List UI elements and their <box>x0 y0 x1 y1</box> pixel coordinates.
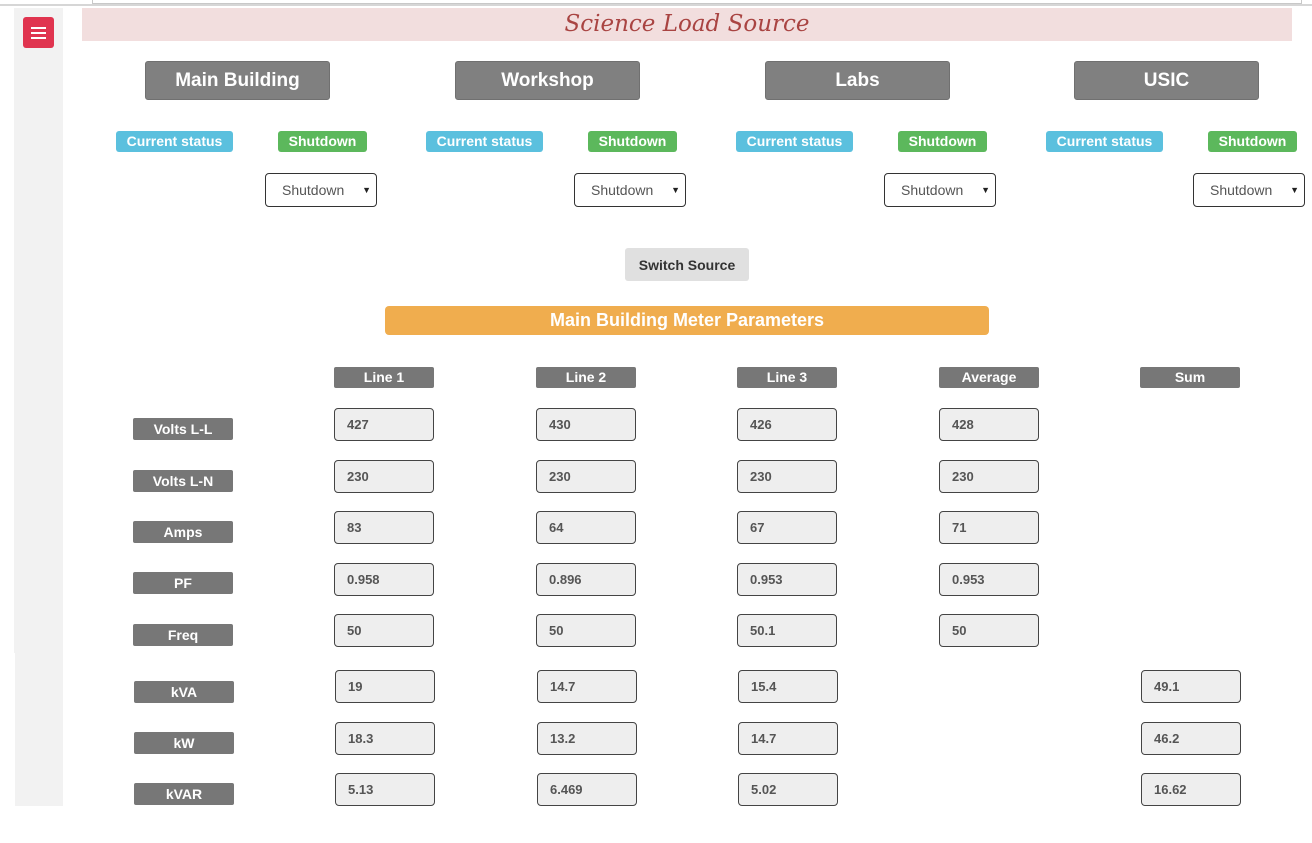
site-button-labs[interactable]: Labs <box>765 61 950 100</box>
value-field-line1[interactable]: 50 <box>334 614 434 647</box>
hamburger-menu-icon-bar <box>31 32 46 34</box>
value-field-line2[interactable]: 430 <box>536 408 636 441</box>
value-field-line3[interactable]: 14.7 <box>738 722 838 755</box>
value-field-line1[interactable]: 5.13 <box>335 773 435 806</box>
dropdown-arrow-icon: ▼ <box>362 185 371 195</box>
page-header: Science Load Source <box>82 8 1292 41</box>
column-header-line2: Line 2 <box>536 367 636 388</box>
value-field-line2[interactable]: 0.896 <box>536 563 636 596</box>
value-field-line1[interactable]: 83 <box>334 511 434 544</box>
value-field-line1[interactable]: 19 <box>335 670 435 703</box>
value-field-line2[interactable]: 50 <box>536 614 636 647</box>
row-label: Volts L-L <box>133 418 233 440</box>
source-select-workshop[interactable]: Shutdown ▼ <box>574 173 686 207</box>
value-field-line2[interactable]: 14.7 <box>537 670 637 703</box>
column-header-line1: Line 1 <box>334 367 434 388</box>
value-field-average[interactable]: 230 <box>939 460 1039 493</box>
status-badge: Shutdown <box>588 131 677 152</box>
site-button-usic[interactable]: USIC <box>1074 61 1259 100</box>
hamburger-menu-icon-bar <box>31 37 46 39</box>
source-select-labs[interactable]: Shutdown ▼ <box>884 173 996 207</box>
page-title: Science Load Source <box>564 11 810 37</box>
source-select-usic[interactable]: Shutdown ▼ <box>1193 173 1305 207</box>
status-badge: Shutdown <box>278 131 367 152</box>
value-field-line1[interactable]: 230 <box>334 460 434 493</box>
value-field-line2[interactable]: 6.469 <box>537 773 637 806</box>
site-button-main-building[interactable]: Main Building <box>145 61 330 100</box>
value-field-line2[interactable]: 13.2 <box>537 722 637 755</box>
value-field-average[interactable]: 428 <box>939 408 1039 441</box>
value-field-line1[interactable]: 427 <box>334 408 434 441</box>
value-field-line3[interactable]: 426 <box>737 408 837 441</box>
sidebar <box>14 8 63 653</box>
value-field-line3[interactable]: 5.02 <box>738 773 838 806</box>
row-label: kVA <box>134 681 234 703</box>
select-value: Shutdown <box>901 182 964 198</box>
value-field-line3[interactable]: 15.4 <box>738 670 838 703</box>
meter-section-title: Main Building Meter Parameters <box>385 306 989 335</box>
browser-top-edge <box>0 0 1312 6</box>
menu-toggle-button[interactable] <box>23 17 54 48</box>
row-label: Freq <box>133 624 233 646</box>
source-select-main-building[interactable]: Shutdown ▼ <box>265 173 377 207</box>
value-field-line1[interactable]: 18.3 <box>335 722 435 755</box>
value-field-sum[interactable]: 16.62 <box>1141 773 1241 806</box>
dropdown-arrow-icon: ▼ <box>671 185 680 195</box>
hamburger-menu-icon <box>31 27 46 29</box>
current-status-label: Current status <box>426 131 543 152</box>
switch-source-button[interactable]: Switch Source <box>625 248 749 281</box>
row-label: PF <box>133 572 233 594</box>
value-field-line3[interactable]: 0.953 <box>737 563 837 596</box>
column-header-line3: Line 3 <box>737 367 837 388</box>
value-field-average[interactable]: 0.953 <box>939 563 1039 596</box>
current-status-label: Current status <box>736 131 853 152</box>
dropdown-arrow-icon: ▼ <box>981 185 990 195</box>
sidebar-lower <box>15 653 63 806</box>
value-field-line1[interactable]: 0.958 <box>334 563 434 596</box>
value-field-line3[interactable]: 230 <box>737 460 837 493</box>
value-field-line2[interactable]: 230 <box>536 460 636 493</box>
site-button-workshop[interactable]: Workshop <box>455 61 640 100</box>
dropdown-arrow-icon: ▼ <box>1290 185 1299 195</box>
value-field-line2[interactable]: 64 <box>536 511 636 544</box>
value-field-sum[interactable]: 46.2 <box>1141 722 1241 755</box>
select-value: Shutdown <box>282 182 345 198</box>
value-field-average[interactable]: 71 <box>939 511 1039 544</box>
status-badge: Shutdown <box>1208 131 1297 152</box>
column-header-sum: Sum <box>1140 367 1240 388</box>
row-label: kVAR <box>134 783 234 805</box>
select-value: Shutdown <box>591 182 654 198</box>
value-field-average[interactable]: 50 <box>939 614 1039 647</box>
row-label: Amps <box>133 521 233 543</box>
value-field-line3[interactable]: 67 <box>737 511 837 544</box>
row-label: kW <box>134 732 234 754</box>
current-status-label: Current status <box>116 131 233 152</box>
column-header-average: Average <box>939 367 1039 388</box>
status-badge: Shutdown <box>898 131 987 152</box>
value-field-sum[interactable]: 49.1 <box>1141 670 1241 703</box>
select-value: Shutdown <box>1210 182 1273 198</box>
current-status-label: Current status <box>1046 131 1163 152</box>
value-field-line3[interactable]: 50.1 <box>737 614 837 647</box>
row-label: Volts L-N <box>133 470 233 492</box>
